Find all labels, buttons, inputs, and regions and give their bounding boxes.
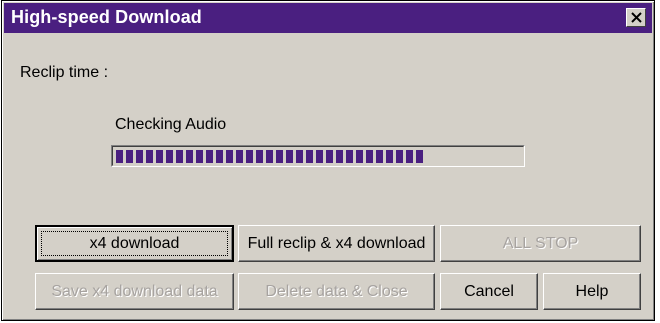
- save-x4-download-data-button[interactable]: Save x4 download data: [35, 273, 234, 310]
- status-label: Checking Audio: [115, 116, 227, 133]
- delete-close-label: Delete data & Close: [265, 282, 408, 300]
- all-stop-button[interactable]: ALL STOP: [440, 225, 641, 262]
- reclip-time-label: Reclip time :: [20, 64, 109, 81]
- full-reclip-x4-download-button[interactable]: Full reclip & x4 download: [238, 225, 435, 262]
- title-bar[interactable]: High-speed Download: [4, 3, 652, 33]
- help-label: Help: [575, 282, 609, 300]
- x4-download-button[interactable]: x4 download: [35, 225, 234, 262]
- save-data-label: Save x4 download data: [51, 282, 218, 300]
- dialog-window: High-speed Download Reclip time : Checki…: [1, 0, 655, 321]
- delete-data-close-button[interactable]: Delete data & Close: [238, 273, 435, 310]
- cancel-button[interactable]: Cancel: [440, 273, 538, 310]
- window-title: High-speed Download: [11, 7, 202, 27]
- all-stop-label: ALL STOP: [502, 234, 579, 252]
- full-reclip-label: Full reclip & x4 download: [247, 234, 426, 252]
- close-button[interactable]: [626, 8, 646, 27]
- cancel-label: Cancel: [464, 282, 514, 300]
- help-button[interactable]: Help: [543, 273, 641, 310]
- progress-bar: [111, 145, 525, 167]
- progress-fill: [116, 150, 423, 163]
